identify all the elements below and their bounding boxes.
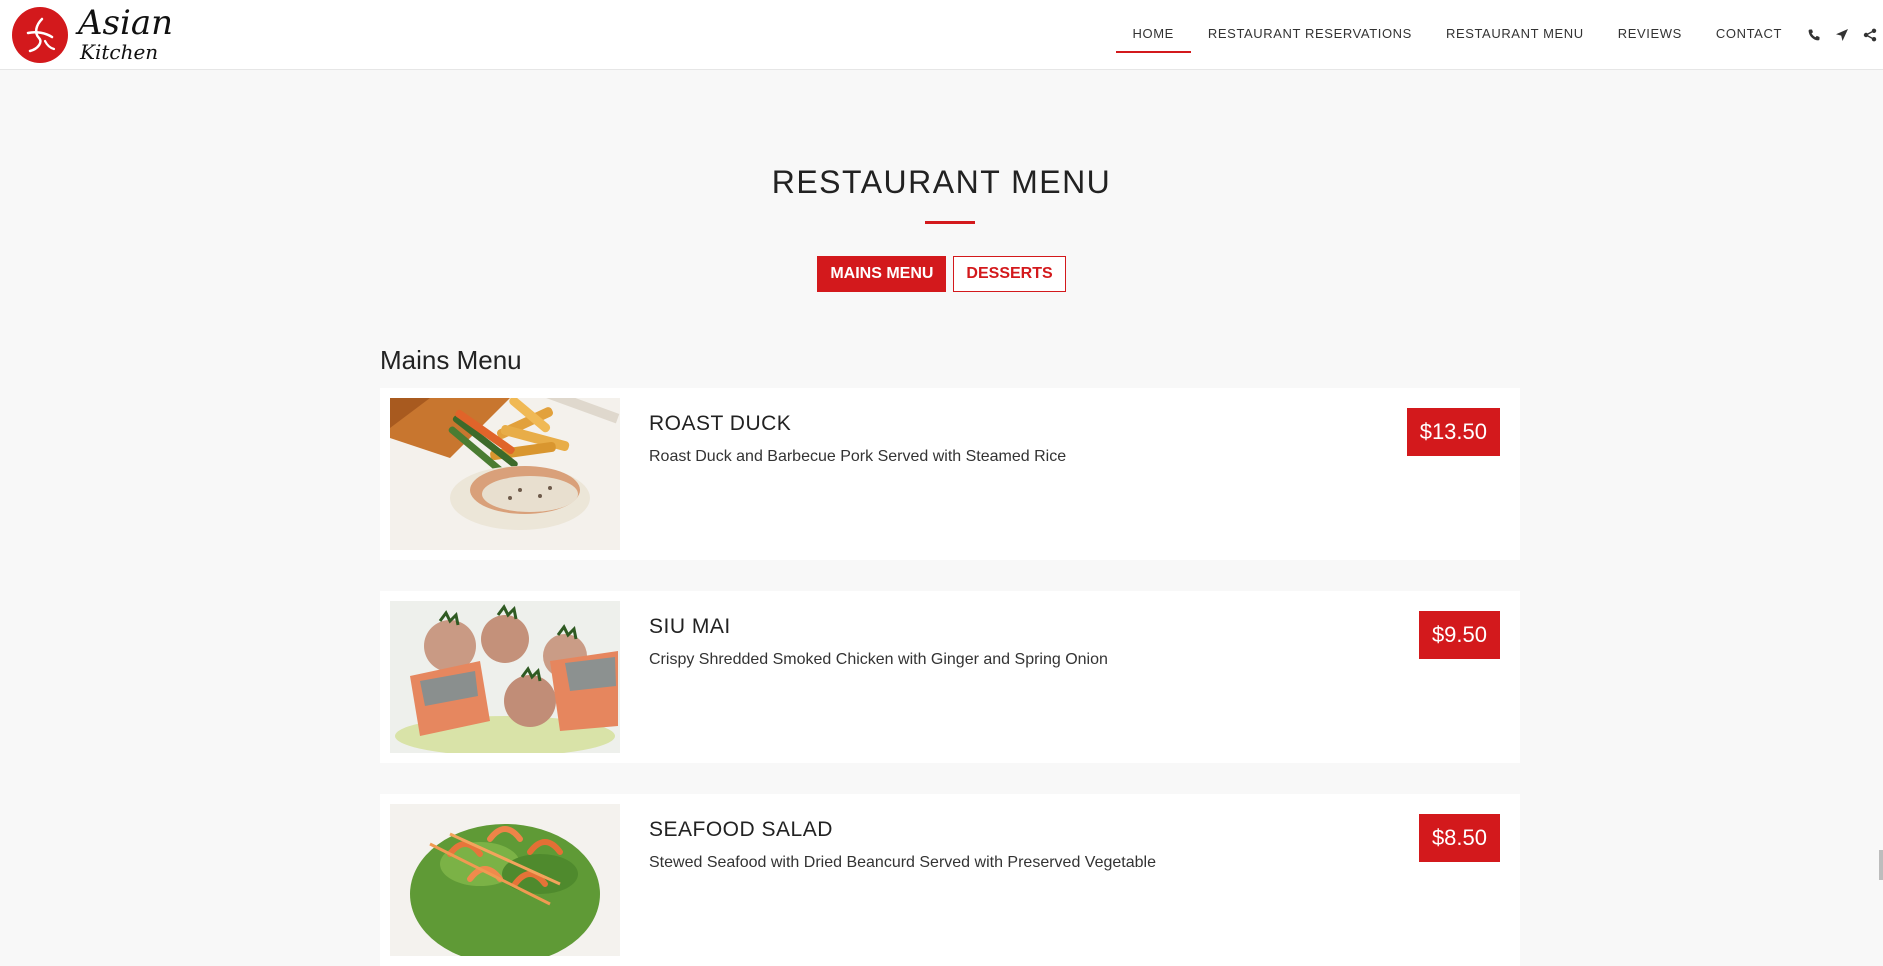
logo[interactable]: Asian Kitchen (12, 3, 173, 64)
menu-item-card: ROAST DUCK Roast Duck and Barbecue Pork … (380, 388, 1520, 560)
nav-item-restaurant-menu[interactable]: RESTAURANT MENU (1429, 0, 1601, 70)
menu-item-name: ROAST DUCK (649, 412, 792, 435)
menu-item-price: $8.50 (1418, 814, 1500, 862)
location-arrow-icon[interactable] (1835, 28, 1849, 42)
share-icon[interactable] (1863, 28, 1877, 42)
nav-icon-group (1799, 28, 1883, 42)
menu-category-heading: Mains Menu (380, 345, 522, 375)
scrollbar-thumb[interactable] (1879, 850, 1883, 880)
tab-mains-menu[interactable]: MAINS MENU (817, 256, 947, 292)
salmon-fries-photo (390, 398, 620, 550)
nav-item-contact[interactable]: CONTACT (1699, 0, 1799, 70)
section-title: RESTAURANT MENU (771, 164, 1112, 200)
menu-item-card: SEAFOOD SALAD Stewed Seafood with Dried … (380, 794, 1520, 966)
menu-item-description: Roast Duck and Barbecue Pork Served with… (649, 448, 1067, 465)
salmon-potatoes-photo (390, 601, 620, 753)
logo-text-line1: Asian (78, 3, 174, 43)
menu-item-description: Stewed Seafood with Dried Beancurd Serve… (649, 854, 1156, 871)
menu-item-card: SIU MAI Crispy Shredded Smoked Chicken w… (380, 591, 1520, 763)
section-title-underline (925, 221, 975, 224)
menu-item-description: Crispy Shredded Smoked Chicken with Ging… (649, 651, 1108, 668)
menu-item-price: $13.50 (1406, 408, 1500, 456)
main-nav: HOME RESTAURANT RESERVATIONS RESTAURANT … (1115, 0, 1883, 70)
nav-item-reviews[interactable]: REVIEWS (1601, 0, 1699, 70)
menu-tab-bar: MAINS MENU DESSERTS (0, 256, 1883, 292)
menu-item-name: SEAFOOD SALAD (649, 818, 833, 841)
logo-emblem (12, 7, 68, 63)
tab-desserts[interactable]: DESSERTS (953, 256, 1066, 292)
nav-item-restaurant-reservations[interactable]: RESTAURANT RESERVATIONS (1191, 0, 1429, 70)
menu-item-price: $9.50 (1418, 611, 1500, 659)
menu-item-name: SIU MAI (649, 615, 731, 638)
shrimp-salad-photo (390, 804, 620, 956)
site-header: Asian Kitchen HOME RESTAURANT RESERVATIO… (0, 0, 1883, 70)
nav-item-home[interactable]: HOME (1115, 0, 1192, 70)
logo-text-line2: Kitchen (80, 40, 159, 64)
phone-icon[interactable] (1807, 28, 1821, 42)
